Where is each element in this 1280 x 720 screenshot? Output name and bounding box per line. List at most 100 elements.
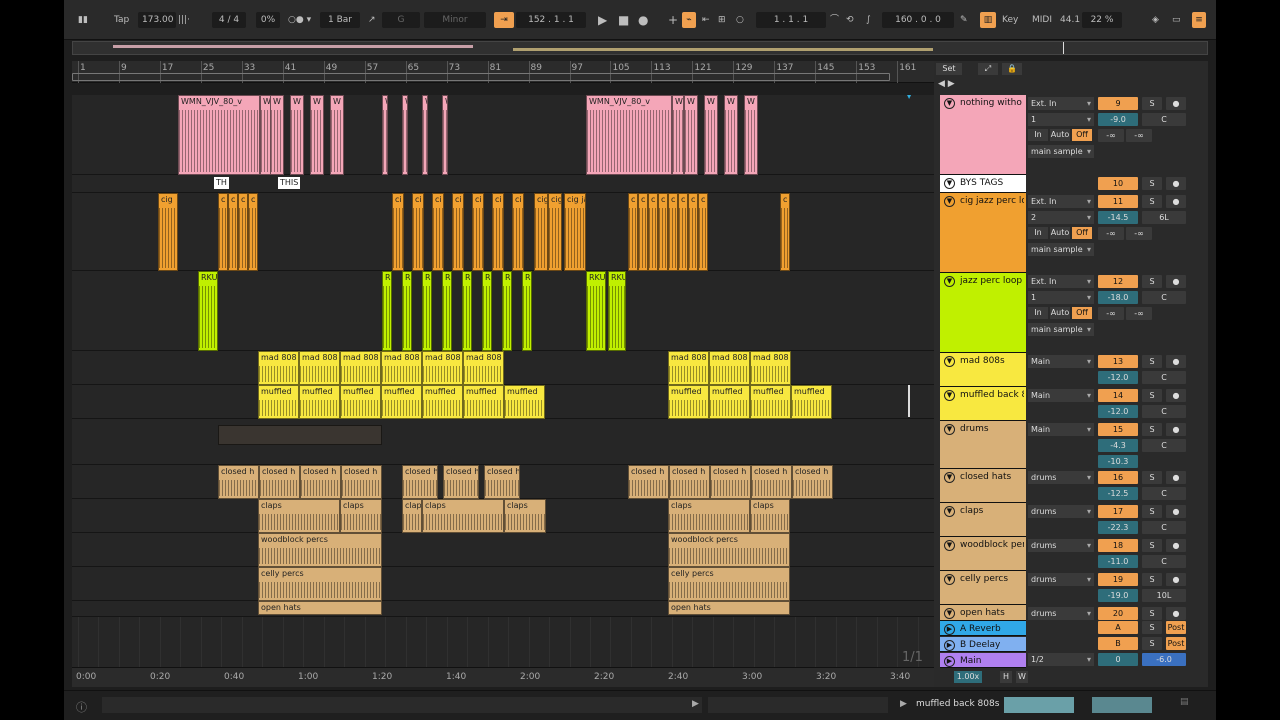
midi-map-button[interactable]: MIDI: [1032, 12, 1052, 28]
arrangement-clip[interactable]: claps: [750, 499, 790, 533]
track-header[interactable]: ▼ closed hats: [940, 469, 1026, 503]
arrangement-clip[interactable]: closed h: [792, 465, 833, 499]
arrangement-clip[interactable]: W: [442, 95, 448, 175]
arrangement-clip[interactable]: woodblock percs: [258, 533, 382, 567]
post-button[interactable]: Post: [1166, 637, 1186, 650]
pan-field[interactable]: C: [1142, 405, 1186, 418]
automation-arm-button[interactable]: ⌁: [682, 12, 696, 28]
pan-field[interactable]: C: [1142, 555, 1186, 568]
arm-button[interactable]: ●: [1166, 471, 1186, 484]
arrangement-clip[interactable]: RKU: [586, 271, 606, 351]
track-header[interactable]: ▼ jazz perc loop: [940, 273, 1026, 353]
arrangement-clip[interactable]: W: [402, 95, 408, 175]
arrangement-clip[interactable]: R: [382, 271, 392, 351]
arrangement-clip[interactable]: ci: [452, 193, 464, 271]
input-routing[interactable]: drums: [1028, 505, 1094, 518]
arm-button[interactable]: ●: [1166, 97, 1186, 110]
track-header[interactable]: ▼ BYS TAGS: [940, 175, 1026, 193]
output-routing[interactable]: main sample: [1028, 145, 1094, 158]
arrangement-clip[interactable]: mad 808: [668, 351, 709, 385]
arrangement-clip[interactable]: W: [330, 95, 344, 175]
track-lane[interactable]: [72, 175, 934, 193]
output-routing[interactable]: main sample: [1028, 323, 1094, 336]
volume-field[interactable]: -12.5: [1098, 487, 1138, 500]
back-to-arrangement-icon[interactable]: ⇤: [702, 12, 710, 28]
arrangement-clip[interactable]: closed h: [628, 465, 669, 499]
track-number[interactable]: 20: [1098, 607, 1138, 620]
arrangement-clip[interactable]: W: [672, 95, 684, 175]
main-volume[interactable]: 0: [1098, 653, 1138, 666]
session-record-icon[interactable]: ○: [736, 12, 744, 28]
arrangement-clip[interactable]: W: [382, 95, 388, 175]
track-header[interactable]: ▼ woodblock per: [940, 537, 1026, 571]
beat-time-ruler[interactable]: 1 9 17 25 33 41 49 57 65 73 81 89 97 105 113 121 129 137 1…: [72, 61, 934, 83]
arrangement-clip[interactable]: W: [704, 95, 718, 175]
arm-button[interactable]: ●: [1166, 195, 1186, 208]
arrangement-clip[interactable]: muffled: [504, 385, 545, 419]
arrangement-clip[interactable]: c: [668, 193, 678, 271]
arrangement-clip[interactable]: claps: [504, 499, 546, 533]
fold-icon[interactable]: ▼: [944, 574, 955, 585]
fold-icon[interactable]: ▼: [944, 540, 955, 551]
w-button[interactable]: W: [1016, 671, 1028, 683]
input-routing[interactable]: Main: [1028, 389, 1094, 402]
arrangement-clip[interactable]: closed h: [443, 465, 479, 499]
monitor-button[interactable]: Auto: [1050, 307, 1070, 319]
arrangement-clip[interactable]: W: [422, 95, 428, 175]
pan-field[interactable]: 10L: [1142, 589, 1186, 602]
pan-field[interactable]: C: [1142, 439, 1186, 452]
arrangement-clip[interactable]: clap: [402, 499, 422, 533]
arrangement-clip[interactable]: muffled: [750, 385, 791, 419]
arrangement-clip[interactable]: mad 808: [422, 351, 463, 385]
solo-button[interactable]: S: [1142, 621, 1162, 634]
track-header[interactable]: ▼ muffled back 8: [940, 387, 1026, 421]
track-number[interactable]: 17: [1098, 505, 1138, 518]
arm-button[interactable]: ●: [1166, 573, 1186, 586]
track-header[interactable]: ▼ cig jazz perc lo: [940, 193, 1026, 273]
fold-icon[interactable]: ▶: [944, 640, 955, 651]
pan-field[interactable]: C: [1142, 113, 1186, 126]
track-number[interactable]: 11: [1098, 195, 1138, 208]
arrangement-clip[interactable]: claps: [668, 499, 750, 533]
arrangement-clip[interactable]: muffled: [258, 385, 299, 419]
arrangement-clip[interactable]: celly percs: [258, 567, 382, 601]
loop-brace[interactable]: [72, 73, 890, 81]
arm-button[interactable]: ●: [1166, 177, 1186, 190]
arrangement-clip[interactable]: claps: [258, 499, 340, 533]
arrangement-clip[interactable]: WMN_VJV_80_v: [178, 95, 260, 175]
arrangement-clip[interactable]: mad 808: [381, 351, 422, 385]
arrangement-clip[interactable]: RKU: [608, 271, 626, 351]
loop-switch-icon[interactable]: ⟲: [846, 12, 854, 28]
main-output[interactable]: 1/2: [1028, 653, 1094, 666]
arrangement-overview[interactable]: [72, 41, 1208, 55]
arrangement-clip[interactable]: W: [684, 95, 698, 175]
arrangement-clip[interactable]: open hats: [258, 601, 382, 615]
solo-button[interactable]: S: [1142, 637, 1162, 650]
track-header[interactable]: ▼ claps: [940, 503, 1026, 537]
fold-icon[interactable]: ▼: [944, 390, 955, 401]
tap-button[interactable]: Tap: [114, 12, 129, 28]
track-number[interactable]: 14: [1098, 389, 1138, 402]
arrangement-clip[interactable]: muffled: [709, 385, 750, 419]
locator-nav-icon[interactable]: ◀ ▶: [938, 79, 955, 89]
capture-icon[interactable]: ⊞: [718, 12, 726, 28]
expand-icon[interactable]: ⤢: [978, 63, 998, 75]
arrangement-clip[interactable]: closed h: [218, 465, 259, 499]
play-icon[interactable]: ▶: [900, 699, 907, 709]
arrangement-clip[interactable]: cig: [158, 193, 178, 271]
input-routing[interactable]: drums: [1028, 539, 1094, 552]
arrangement-clip[interactable]: c: [780, 193, 790, 271]
loop-length[interactable]: 160 . 0 . 0: [882, 12, 954, 28]
solo-button[interactable]: S: [1142, 355, 1162, 368]
fold-icon[interactable]: ▼: [944, 356, 955, 367]
overdub-icon[interactable]: +: [668, 12, 678, 28]
solo-button[interactable]: S: [1142, 505, 1162, 518]
arrangement-clip[interactable]: muffled: [299, 385, 340, 419]
arrangement-clip[interactable]: mad 808: [340, 351, 381, 385]
info-icon[interactable]: ⓘ: [76, 699, 87, 715]
solo-button[interactable]: S: [1142, 195, 1162, 208]
send-knob[interactable]: -∞: [1098, 227, 1124, 240]
volume-field[interactable]: -22.3: [1098, 521, 1138, 534]
arrangement-clip[interactable]: c: [648, 193, 658, 271]
arrangement-clip[interactable]: open hats: [668, 601, 790, 615]
